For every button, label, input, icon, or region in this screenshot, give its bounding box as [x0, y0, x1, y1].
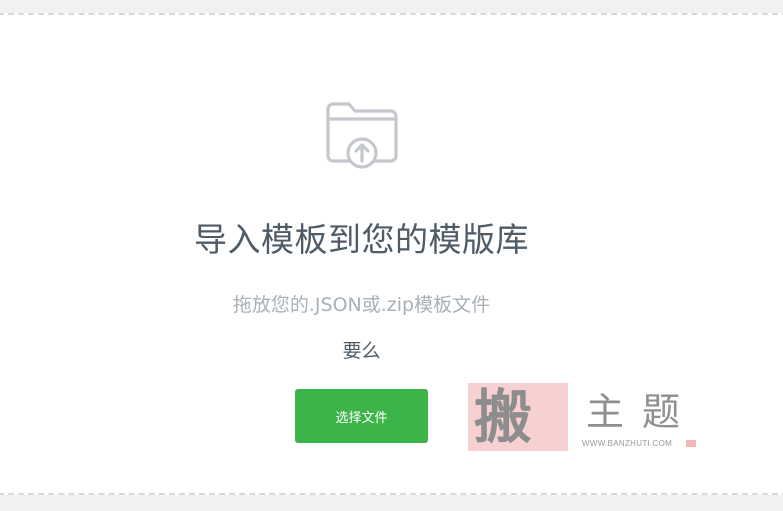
watermark-dot — [686, 440, 696, 447]
watermark-chars: 主题 — [586, 390, 699, 434]
watermark-url: WWW.BANZHUTI.COM — [582, 439, 673, 448]
folder-upload-icon — [326, 102, 398, 169]
page-title: 导入模板到您的模版库 — [194, 220, 529, 259]
select-file-button[interactable]: 选择文件 — [295, 389, 428, 443]
drop-hint-text: 拖放您的.JSON或.zip模板文件 — [232, 294, 491, 316]
watermark-logo: 搬 主题 WWW.BANZHUTI.COM — [468, 383, 700, 453]
template-import-dropzone[interactable]: 导入模板到您的模版库 拖放您的.JSON或.zip模板文件 要么 选择文件 搬 … — [0, 13, 783, 495]
watermark-seal-char: 搬 — [474, 383, 533, 451]
or-separator-text: 要么 — [342, 340, 381, 362]
